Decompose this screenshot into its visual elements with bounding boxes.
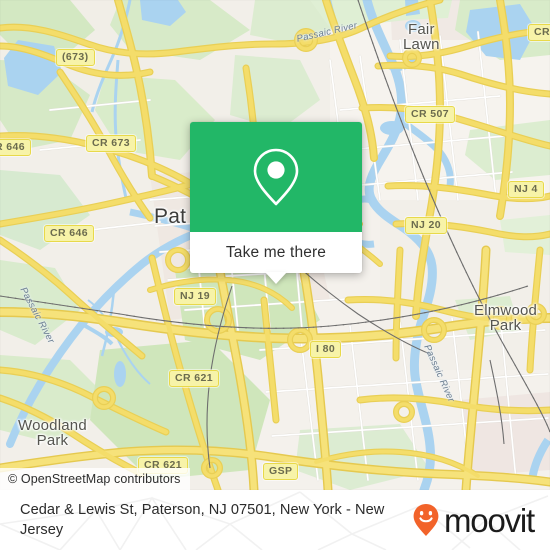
moovit-smiley-pin-icon: [413, 504, 439, 536]
moovit-brand: moovit: [412, 501, 535, 539]
bottom-info-bar: Cedar & Lewis St, Paterson, NJ 07501, Ne…: [0, 490, 550, 550]
road-shield-cr-clipped-right: CR 5: [528, 24, 550, 41]
osm-attribution[interactable]: © OpenStreetMap contributors: [0, 468, 190, 490]
road-shield-cr-646: CR 646: [44, 225, 95, 242]
road-shield-nj-4: NJ 4: [508, 181, 544, 198]
road-shield-i-80: I 80: [310, 341, 342, 358]
road-shield-cr-621-upper: CR 621: [169, 370, 220, 387]
road-shield-cr-673: CR 673: [86, 135, 137, 152]
card-pin-panel: [190, 122, 362, 232]
road-shield-cr-646-clipped: CR 646: [0, 139, 32, 156]
road-shield-gsp: GSP: [263, 463, 299, 480]
location-callout-card[interactable]: Take me there: [190, 122, 362, 273]
road-shield-673: (673): [56, 49, 95, 66]
take-me-there-label: Take me there: [225, 243, 327, 261]
map-canvas[interactable]: .rd { stroke:#f4dd6a; stroke-linecap:rou…: [0, 0, 550, 490]
screenshot-root: .rd { stroke:#f4dd6a; stroke-linecap:rou…: [0, 0, 550, 550]
moovit-wordmark: moovit: [444, 501, 535, 539]
osm-attribution-text: © OpenStreetMap contributors: [8, 472, 181, 486]
road-shield-cr-507: CR 507: [405, 106, 456, 123]
road-shield-nj-19: NJ 19: [174, 288, 217, 305]
take-me-there-button[interactable]: Take me there: [190, 232, 362, 273]
road-shield-nj-20: NJ 20: [405, 217, 448, 234]
map-pin-icon: [253, 148, 299, 206]
location-title: Cedar & Lewis St, Paterson, NJ 07501, Ne…: [20, 502, 385, 538]
